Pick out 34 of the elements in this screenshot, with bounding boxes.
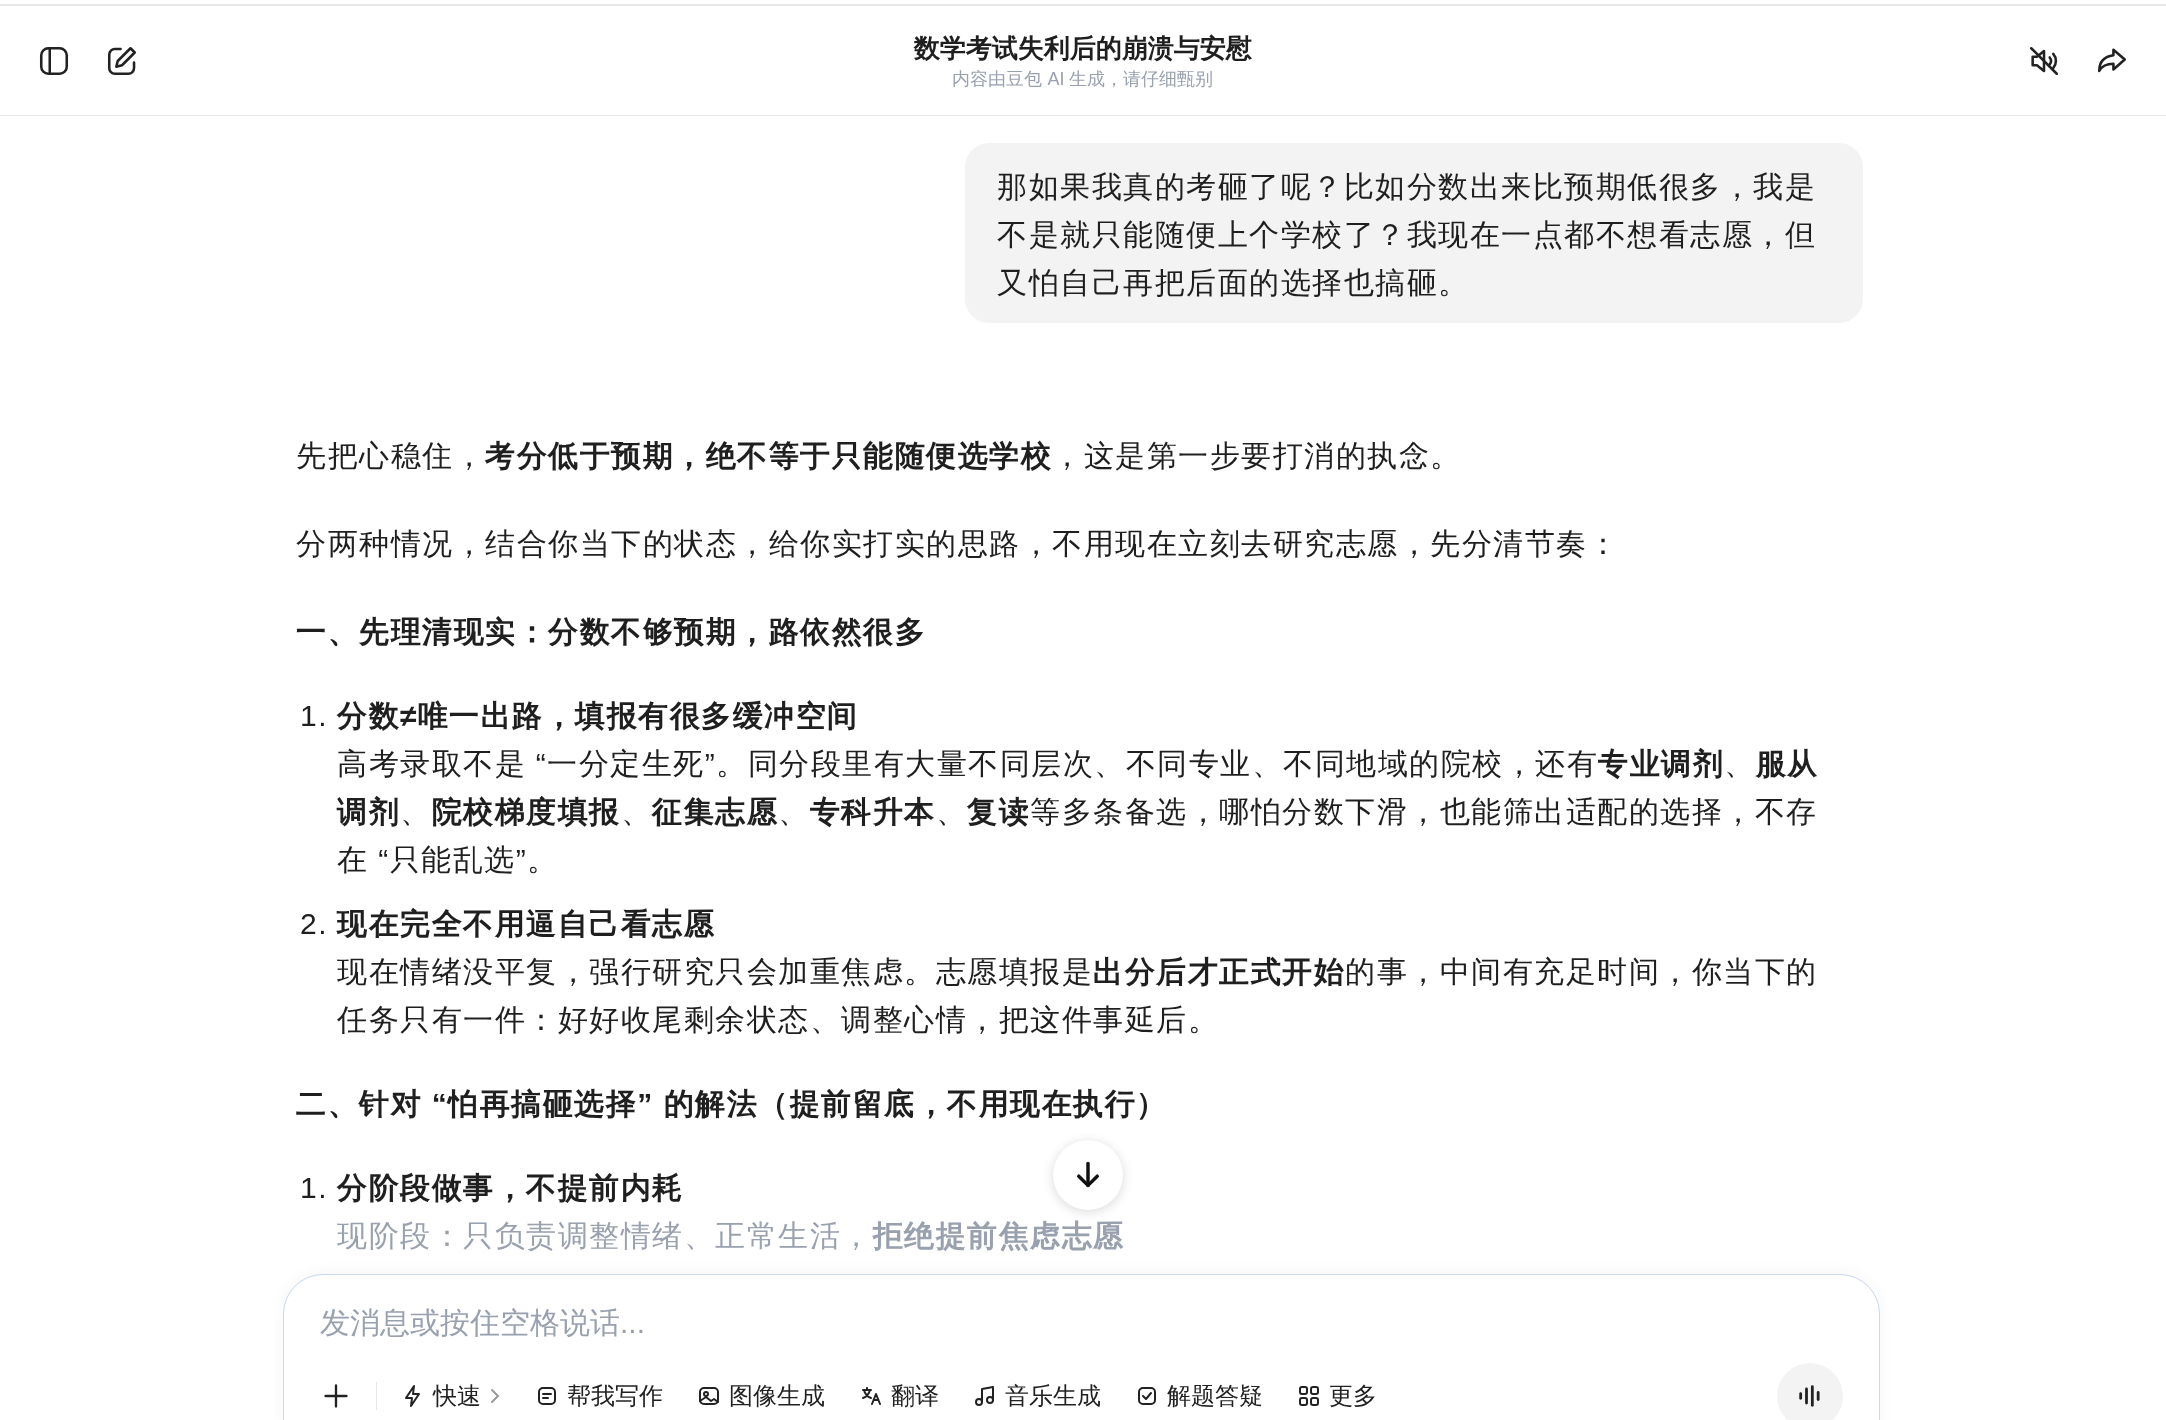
user-message-bubble: 那如果我真的考砸了呢？比如分数出来比预期低很多，我是不是就只能随便上个学校了？我现在一点都不想看志愿，但又怕自己再把后面的选择也搞砸。	[965, 143, 1863, 323]
section-heading: 一、先理清现实：分数不够预期，路依然很多	[296, 614, 927, 650]
chevron-right-icon	[489, 1387, 501, 1405]
voice-button[interactable]	[1777, 1363, 1843, 1420]
message-composer[interactable]: 发消息或按住空格说话... 快速 帮我写作 图像生成 翻译 音乐生成 解题答疑 更多	[283, 1274, 1880, 1420]
tool-button[interactable]: 翻译	[859, 1380, 939, 1412]
grid-icon	[1297, 1384, 1321, 1408]
answer-paragraph: 先把心稳住，考分低于预期，绝不等于只能随便选学校，这是第一步要打消的执念。	[296, 438, 1463, 474]
arrow-down-icon	[1074, 1160, 1102, 1190]
tool-button[interactable]: 音乐生成	[973, 1380, 1101, 1412]
translate-icon	[859, 1384, 883, 1408]
answer-paragraph: 分两种情况，结合你当下的状态，给你实打实的思路，不用现在立刻去研究志愿，先分清节奏：	[296, 526, 1620, 562]
list-number: 2.	[299, 906, 330, 942]
list-item-title: 分数≠唯一出路，填报有很多缓冲空间	[337, 698, 859, 734]
disclaimer-text: 内容由豆包 AI 生成，请仔细甄别	[952, 67, 1214, 91]
list-item-title: 分阶段做事，不提前内耗	[337, 1170, 684, 1206]
list-item-text: 现在情绪没平复，强行研究只会加重焦虑。志愿填报是出分后才正式开始的事，中间有充足时间，你当下的任务只有一件：好好收尾剩余状态、调整心情，把这件事延后。	[337, 954, 1819, 1038]
list-item-text: 现阶段：只负责调整情绪、正常生活，拒绝提前焦虑志愿	[337, 1218, 1125, 1254]
scroll-down-button[interactable]	[1053, 1140, 1123, 1210]
section-heading: 二、针对 “怕再搞砸选择” 的解法（提前留底，不用现在执行）	[296, 1086, 1169, 1122]
image-icon	[697, 1384, 721, 1408]
tool-button[interactable]: 图像生成	[697, 1380, 825, 1412]
tool-button[interactable]: 帮我写作	[535, 1380, 663, 1412]
tool-button[interactable]: 更多	[1297, 1380, 1377, 1412]
chat-title: 数学考试失利后的崩溃与安慰	[914, 31, 1252, 65]
list-item-text: 高考录取不是 “一分定生死”。同分段里有大量不同层次、不同专业、不同地域的院校，还有专业调剂、服从调剂、院校梯度填报、征集志愿、专科升本、复读等多条备选，哪怕分数下滑，也能筛出适配的选择，不存在 “只能乱选”。	[337, 746, 1820, 878]
document-icon	[535, 1384, 559, 1408]
music-note-icon	[973, 1384, 997, 1408]
mode-dropdown[interactable]: 快速	[401, 1380, 501, 1412]
list-number: 1.	[299, 698, 330, 734]
list-item-title: 现在完全不用逼自己看志愿	[337, 906, 715, 942]
tool-button[interactable]: 解题答疑	[1135, 1380, 1263, 1412]
list-number: 1.	[299, 1170, 330, 1206]
checkbox-icon	[1135, 1384, 1159, 1408]
